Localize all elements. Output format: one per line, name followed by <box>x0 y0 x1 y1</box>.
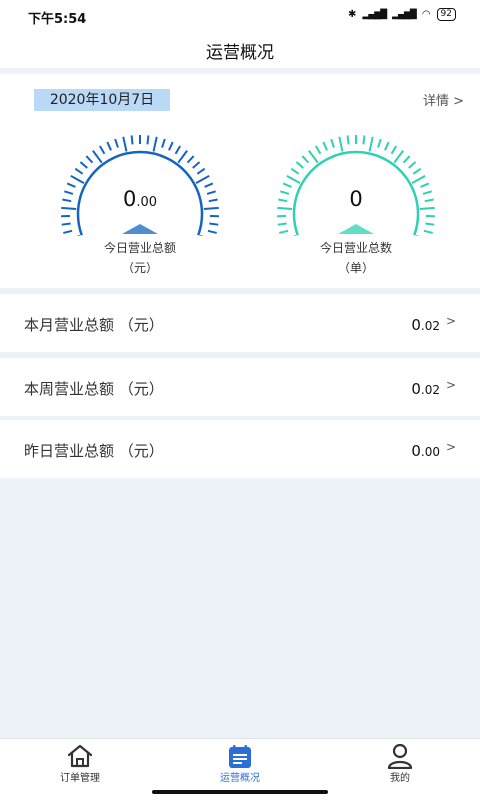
gauge-tick <box>412 167 422 175</box>
gauge-tick <box>161 138 166 148</box>
gauge-tick <box>195 174 210 184</box>
bluetooth-icon: ✱ <box>348 9 357 20</box>
gauge-tick <box>301 155 310 164</box>
row-value: 0.02 <box>411 380 440 398</box>
overview-card: 2020年10月7日 详情 > 0.00 今日营业总额 （元） 0 今日营业总数… <box>0 74 480 288</box>
gauge-tick <box>92 150 103 164</box>
report-icon <box>229 745 251 768</box>
gauge-tick <box>122 136 128 152</box>
signal-icon: ▂▄▆█ <box>362 9 387 20</box>
gauge-tick <box>146 135 150 145</box>
weekly-revenue-row[interactable]: 本周营业总额 （元） 0.02 > <box>0 358 480 416</box>
gauge-tick <box>346 135 350 145</box>
revenue-gauge-unit: （元） <box>121 261 158 275</box>
gauge-tick <box>177 150 188 164</box>
tab-label: 运营概况 <box>220 773 260 784</box>
gauge-tick <box>61 222 71 226</box>
gauge-tick <box>98 145 106 155</box>
row-value: 0.00 <box>411 442 440 460</box>
gauge-tick <box>408 161 417 169</box>
user-icon <box>387 743 413 769</box>
gauge-tick <box>330 138 335 148</box>
wifi-icon: ◠ <box>421 9 431 20</box>
gauge-tick <box>74 167 84 175</box>
gauge-tick <box>384 141 390 151</box>
tab-label: 订单管理 <box>60 773 100 784</box>
status-icons: ✱ ▂▄▆█ ▂▄▆█ ◠ 92 <box>348 8 456 21</box>
gauge-tick <box>114 138 119 148</box>
gauge-tick <box>362 135 366 145</box>
revenue-gauge-label: 今日营业总额 <box>103 241 176 255</box>
gauge-tick <box>70 174 85 184</box>
gauge-pointer <box>338 224 374 234</box>
gauge-tick <box>85 155 94 164</box>
gauge-tick <box>286 174 301 184</box>
home-icon <box>67 744 93 768</box>
gauge-tick <box>207 229 217 234</box>
revenue-gauge <box>61 135 219 236</box>
gauge-tick <box>209 222 219 226</box>
chevron-right-icon: > <box>445 440 456 454</box>
gauge-tick <box>308 150 319 164</box>
chevron-right-icon: > <box>445 378 456 392</box>
gauge-tick <box>174 145 182 155</box>
title-bar: 运营概况 <box>0 32 480 68</box>
row-label: 本周营业总额 （元） <box>24 380 164 398</box>
status-time: 下午5:54 <box>28 12 87 27</box>
gauge-tick <box>425 222 435 226</box>
row-label: 本月营业总额 （元） <box>24 316 164 334</box>
gauge-tick <box>390 145 398 155</box>
gauge-tick <box>314 145 322 155</box>
order-count-gauge-value: 0 <box>349 187 363 211</box>
status-bar: 下午5:54 ✱ ▂▄▆█ ▂▄▆█ ◠ 92 <box>0 0 480 32</box>
gauge-tick <box>277 222 287 226</box>
gauge-tick <box>411 174 426 184</box>
gauge-tick <box>322 141 328 151</box>
gauge-tick <box>423 229 433 234</box>
gauge-tick <box>368 136 374 152</box>
gauge-tick <box>196 167 206 175</box>
gauge-tick <box>295 161 304 169</box>
gauge-tick <box>279 229 289 234</box>
gauge-tick <box>79 161 88 169</box>
gauge-pointer <box>122 224 158 234</box>
order-count-gauge-label: 今日营业总数 <box>319 241 392 255</box>
gauge-tick <box>393 150 404 164</box>
battery-icon: 92 <box>436 8 456 21</box>
order-count-gauge <box>277 135 435 236</box>
chevron-right-icon: > <box>445 314 456 328</box>
gauge-tick <box>63 229 73 234</box>
home-indicator <box>152 790 328 794</box>
details-link[interactable]: 详情 > <box>423 90 464 109</box>
signal-icon-2: ▂▄▆█ <box>392 9 417 20</box>
page-title: 运营概况 <box>206 43 274 63</box>
gauge-tick <box>106 141 112 151</box>
tab-orders[interactable]: 订单管理 <box>0 739 160 800</box>
gauge-tick <box>192 161 201 169</box>
monthly-revenue-row[interactable]: 本月营业总额 （元） 0.02 > <box>0 294 480 352</box>
tab-label: 我的 <box>390 773 410 784</box>
row-label: 昨日营业总额 （元） <box>24 442 164 460</box>
order-count-gauge-unit: （单） <box>337 261 374 275</box>
gauge-tick <box>168 141 174 151</box>
gauge-tick <box>186 155 195 164</box>
gauge-tick <box>130 135 134 145</box>
tab-mine[interactable]: 我的 <box>320 739 480 800</box>
yesterday-revenue-row[interactable]: 昨日营业总额 （元） 0.00 > <box>0 420 480 478</box>
gauge-tick <box>338 136 344 152</box>
gauge-tick <box>377 138 382 148</box>
gauge-tick <box>290 167 300 175</box>
date-badge[interactable]: 2020年10月7日 <box>34 89 170 111</box>
row-value: 0.02 <box>411 316 440 334</box>
revenue-gauge-value: 0.00 <box>122 187 158 211</box>
gauge-tick <box>152 136 158 152</box>
gauge-tick <box>402 155 411 164</box>
